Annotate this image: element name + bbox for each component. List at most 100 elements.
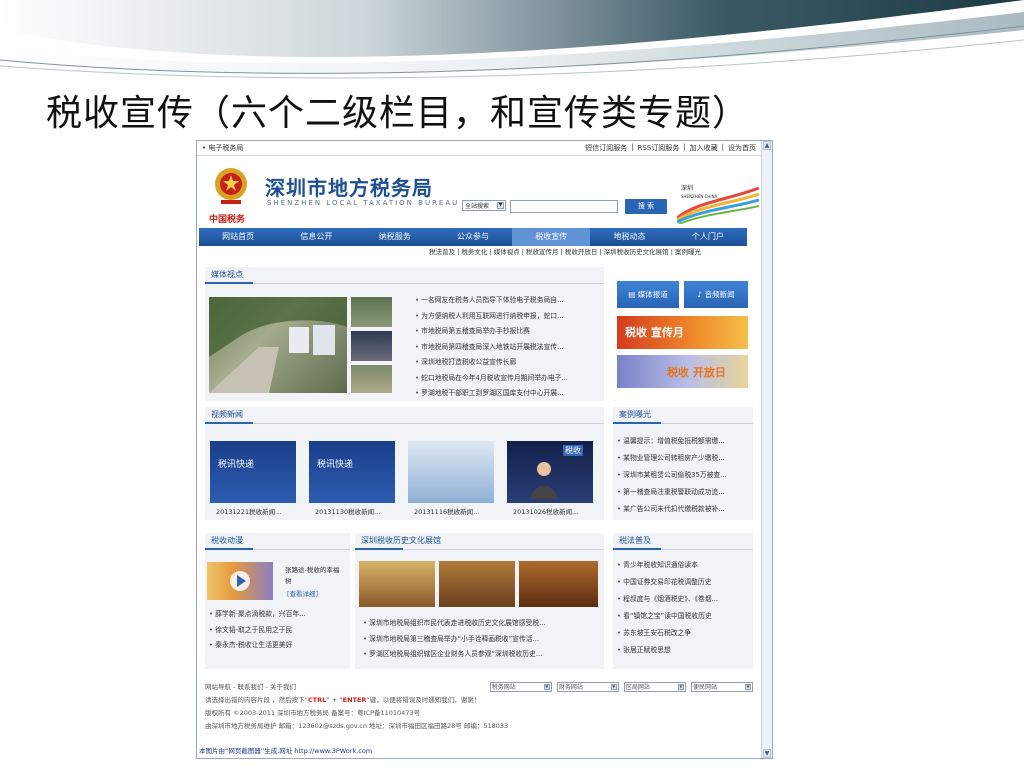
- comic-thumb[interactable]: [207, 562, 273, 600]
- panel-title[interactable]: 媒体视点: [211, 267, 243, 283]
- list-item[interactable]: 中国证券交易印花税调整历史: [617, 574, 751, 591]
- video-thumb-1[interactable]: 税讯快递: [210, 441, 296, 503]
- museum-photo-1[interactable]: [359, 561, 435, 607]
- video-caption[interactable]: 20131026税收新闻...: [513, 506, 603, 516]
- list-item[interactable]: 市地税局第四稽查局深入地铁站开展税法宣传...: [415, 340, 600, 356]
- list-item[interactable]: 某物业管理公司转租房产少缴税...: [617, 450, 751, 467]
- open-day-banner[interactable]: 税收 开放日: [617, 355, 748, 388]
- maintainer-text: 由深圳市地方税务局维护 邮箱：123602@szds.gov.cn 地址：深圳市…: [205, 722, 509, 730]
- rss-subscribe-link[interactable]: RSS订阅服务: [638, 143, 680, 153]
- tax-sites-select[interactable]: 税务网站 ▼: [489, 682, 552, 692]
- separator: |: [721, 143, 724, 151]
- svg-text:SHENZHEN CHINA: SHENZHEN CHINA: [681, 194, 718, 199]
- tax-law-panel: 税法普及 青少年税收知识通俗读本 中国证券交易印花税调整历史 程叔度与《烟酒税史…: [613, 533, 753, 669]
- shenzhen-logo: 深圳 SHENZHEN CHINA: [677, 184, 759, 224]
- list-item[interactable]: 秦永杰-税收让生活更美好: [209, 638, 347, 654]
- media-thumb-2[interactable]: [351, 331, 392, 361]
- media-viewpoint-panel: 媒体视点 一名网友在税务人员指导下体验电子税务局自... 为方便纳税人利用互联网…: [205, 267, 604, 401]
- panel-header: 税法普及: [613, 533, 753, 550]
- sub-nav[interactable]: 税法普及 | 税务文化 | 媒体视点 | 税收宣传月 | 税收开放日 | 深圳税…: [197, 246, 761, 258]
- list-item[interactable]: 某广告公司未代扣代缴税款被补...: [617, 501, 751, 518]
- tax-month-banner[interactable]: 税收 宣传月: [617, 316, 748, 349]
- list-item[interactable]: 深圳市地税局第三稽查局举办“小手诠释画税收”宣传活...: [363, 632, 599, 648]
- list-item[interactable]: 薛学新-聚点滴税款，兴百年...: [209, 607, 347, 623]
- video-thumb-2[interactable]: 税讯快递: [309, 441, 395, 503]
- list-item[interactable]: 苏东坡王安石税改之争: [617, 625, 751, 642]
- finance-sites-select[interactable]: 财务网站 ▼: [556, 682, 619, 692]
- nav-tax-publicity[interactable]: 税收宣传: [512, 228, 591, 246]
- list-item[interactable]: 罗湖区地税局组织辖区企业财务人员参观“深圳税收历史...: [363, 647, 599, 663]
- add-favorite-link[interactable]: 加入收藏: [690, 143, 718, 153]
- list-item[interactable]: 青少年税收知识通俗读本: [617, 557, 751, 574]
- list-item[interactable]: 深圳市某租赁公司偷税35万被查...: [617, 467, 751, 484]
- video-caption[interactable]: 20131221税收新闻...: [216, 506, 306, 516]
- media-main-photo[interactable]: [209, 297, 347, 393]
- panel-title[interactable]: 视频新闻: [211, 407, 243, 423]
- comic-feature-title[interactable]: 张路途-税收的幸福树: [285, 565, 345, 587]
- vertical-scrollbar[interactable]: ▲ ▼: [761, 141, 772, 758]
- nav-home[interactable]: 网站首页: [199, 228, 277, 246]
- list-item[interactable]: 看“镇馆之宝”读中国税收历史: [617, 608, 751, 625]
- search-input[interactable]: [510, 200, 618, 213]
- chevron-down-icon: ▼: [677, 684, 684, 690]
- district-sites-select[interactable]: 区局网站 ▼: [623, 682, 686, 692]
- select-value: 区局网站: [625, 684, 650, 691]
- list-item[interactable]: 徐文韬-取之于民用之于民: [209, 623, 347, 639]
- panel-title[interactable]: 案例曝光: [619, 407, 651, 423]
- search-button[interactable]: 搜 索: [625, 199, 667, 214]
- video-thumb-4[interactable]: 税收: [507, 441, 593, 503]
- tax-comic-panel: 税收动漫 张路途-税收的幸福树 [查看详细] 薛学新-聚点滴税款，兴百年... …: [205, 533, 350, 669]
- nav-tax-news[interactable]: 地税动态: [590, 228, 668, 246]
- list-item[interactable]: 为方便纳税人利用互联网进行纳税申报，蛇口...: [415, 309, 600, 325]
- footer-nav-row: 网站导航 ‑ 联系我们 ‑ 关于我们 税务网站 ▼ 财务网站 ▼ 区局网站 ▼ 便民网…: [205, 681, 753, 694]
- nav-tax-service[interactable]: 纳税服务: [356, 228, 434, 246]
- nav-info-disclosure[interactable]: 信息公开: [277, 228, 355, 246]
- video-news-panel: 视频新闻 税讯快递 20131221税收新闻... 税讯快递 20131130税…: [205, 407, 604, 520]
- list-item[interactable]: 蛇口地税局在今年4月税收宣传月期间举办电子...: [415, 371, 600, 387]
- museum-photo-3[interactable]: [519, 561, 598, 607]
- video-overlay-text: 税收: [563, 445, 583, 456]
- list-item[interactable]: 市地税局第五稽查局举办手抄报比赛: [415, 324, 600, 340]
- comic-list: 薛学新-聚点滴税款，兴百年... 徐文韬-取之于民用之于民 秦永杰-税收让生活更…: [209, 607, 347, 654]
- tax-museum-panel: 深圳税收历史文化展馆 深圳市地税局组织市民代表走进税收历史文化展馆感受税... …: [355, 533, 604, 669]
- search-scope-select[interactable]: 全站搜索 ▼: [462, 200, 506, 211]
- set-homepage-link[interactable]: 设为首页: [728, 143, 756, 153]
- panel-title[interactable]: 税法普及: [619, 533, 651, 549]
- panel-header: 视频新闻: [205, 407, 604, 424]
- museum-photo-2[interactable]: [439, 561, 515, 607]
- video-overlay-text: 税讯快递: [317, 460, 354, 470]
- sms-subscribe-link[interactable]: 短信订阅服务: [585, 143, 627, 153]
- select-value: 便民网站: [693, 684, 718, 691]
- list-item[interactable]: 张居正赋税思想: [617, 642, 751, 659]
- list-item[interactable]: 程叔度与《烟酒税史》、《卷烟...: [617, 591, 751, 608]
- list-item[interactable]: 温馨提示：增值税免抵税额需缴...: [617, 433, 751, 450]
- video-caption[interactable]: 20131116税收新闻...: [414, 506, 504, 516]
- view-details-link[interactable]: [查看详细]: [287, 588, 318, 598]
- site-name[interactable]: 深圳市地方税务局: [265, 172, 433, 201]
- list-item[interactable]: 深圳地税打造税收公益宣传长廊: [415, 355, 600, 371]
- tip-enter: ENTER: [342, 696, 367, 704]
- media-report-button[interactable]: ▤ 媒体报道: [617, 281, 679, 308]
- nav-personal-portal[interactable]: 个人门户: [669, 228, 747, 246]
- video-overlay-text: 税讯快递: [218, 460, 255, 470]
- media-thumb-3[interactable]: [351, 365, 392, 393]
- video-thumb-3[interactable]: [408, 441, 494, 503]
- list-item[interactable]: 罗湖地税干部职工到罗湖区国库支付中心开展...: [415, 386, 600, 402]
- convenience-sites-select[interactable]: 便民网站 ▼: [691, 682, 753, 692]
- list-item[interactable]: 深圳市地税局组织市民代表走进税收历史文化展馆感受税...: [363, 616, 599, 632]
- panel-title[interactable]: 深圳税收历史文化展馆: [361, 533, 441, 549]
- scroll-up-icon[interactable]: ▲: [763, 141, 771, 150]
- microphone-icon: ♪: [697, 290, 705, 299]
- video-caption[interactable]: 20131130税收新闻...: [315, 506, 405, 516]
- nav-public-participation[interactable]: 公众参与: [434, 228, 512, 246]
- main-nav: 网站首页 信息公开 纳税服务 公众参与 税收宣传 地税动态 个人门户: [199, 228, 747, 246]
- list-item[interactable]: 第一稽查局注重税警联动成功追...: [617, 484, 751, 501]
- tax-month-label: 税收 宣传月: [625, 326, 684, 339]
- panel-title[interactable]: 税收动漫: [211, 533, 243, 549]
- footer-nav-links[interactable]: 网站导航 ‑ 联系我们 ‑ 关于我们: [205, 681, 296, 694]
- e-tax-link[interactable]: • 电子税务局: [202, 143, 243, 153]
- media-thumb-1[interactable]: [351, 297, 392, 327]
- list-item[interactable]: 一名网友在税务人员指导下体验电子税务局自...: [415, 293, 600, 309]
- scroll-down-icon[interactable]: ▼: [763, 749, 771, 758]
- audio-news-button[interactable]: ♪ 音频新闻: [684, 281, 748, 308]
